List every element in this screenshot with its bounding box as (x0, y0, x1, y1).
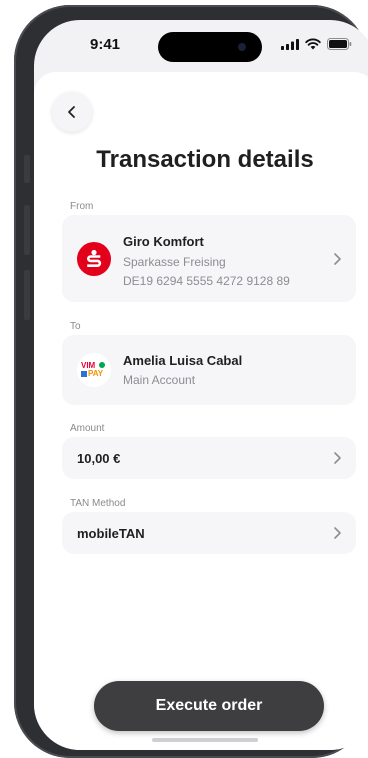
sparkasse-logo-icon (77, 242, 111, 276)
chevron-right-icon (334, 527, 341, 539)
recipient-name: Amelia Luisa Cabal (123, 353, 243, 368)
home-indicator (152, 738, 258, 742)
signal-icon (281, 38, 299, 50)
from-iban: DE19 6294 5555 4272 9128 89 (123, 274, 290, 288)
tan-method-card[interactable]: mobileTAN (62, 512, 356, 554)
recipient-account: Main Account (123, 373, 196, 387)
wifi-icon (305, 38, 321, 50)
tan-method-value: mobileTAN (77, 526, 145, 541)
status-bar: 9:41 (34, 20, 368, 72)
battery-icon (327, 38, 352, 50)
status-icons (281, 38, 352, 50)
chevron-right-icon (334, 452, 341, 464)
status-time: 9:41 (90, 36, 121, 53)
page-title: Transaction details (96, 146, 314, 173)
dynamic-island (158, 32, 262, 62)
amount-value: 10,00 € (77, 451, 121, 466)
mute-switch (24, 155, 30, 183)
transaction-sheet: Transaction details From Giro Komfort Sp… (34, 72, 368, 750)
vimpay-dot (99, 362, 105, 368)
screen: 9:41 Transaction details From Giro Komfo… (34, 20, 368, 750)
volume-up-button (24, 205, 30, 255)
amount-label: Amount (70, 423, 105, 434)
volume-down-button (24, 270, 30, 320)
execute-order-button[interactable]: Execute order (94, 681, 324, 731)
from-account-name: Giro Komfort (123, 234, 204, 249)
vimpay-square (81, 371, 87, 377)
tan-method-label: TAN Method (70, 498, 126, 509)
chevron-left-icon (68, 106, 75, 118)
to-recipient-card: VIM PAY Amelia Luisa Cabal Main Account (62, 335, 356, 405)
from-label: From (70, 201, 94, 212)
vimpay-logo-bottom: PAY (88, 369, 104, 378)
sparkasse-s-icon (87, 249, 102, 267)
vimpay-logo-icon: VIM PAY (77, 353, 111, 387)
from-account-card[interactable]: Giro Komfort Sparkasse Freising DE19 629… (62, 215, 356, 302)
to-label: To (70, 321, 81, 332)
chevron-right-icon (334, 252, 341, 265)
back-button[interactable] (52, 92, 92, 132)
amount-card[interactable]: 10,00 € (62, 437, 356, 479)
phone-frame: 9:41 Transaction details From Giro Komfo… (14, 5, 368, 758)
from-bank-name: Sparkasse Freising (123, 255, 226, 269)
camera-icon (238, 43, 246, 51)
